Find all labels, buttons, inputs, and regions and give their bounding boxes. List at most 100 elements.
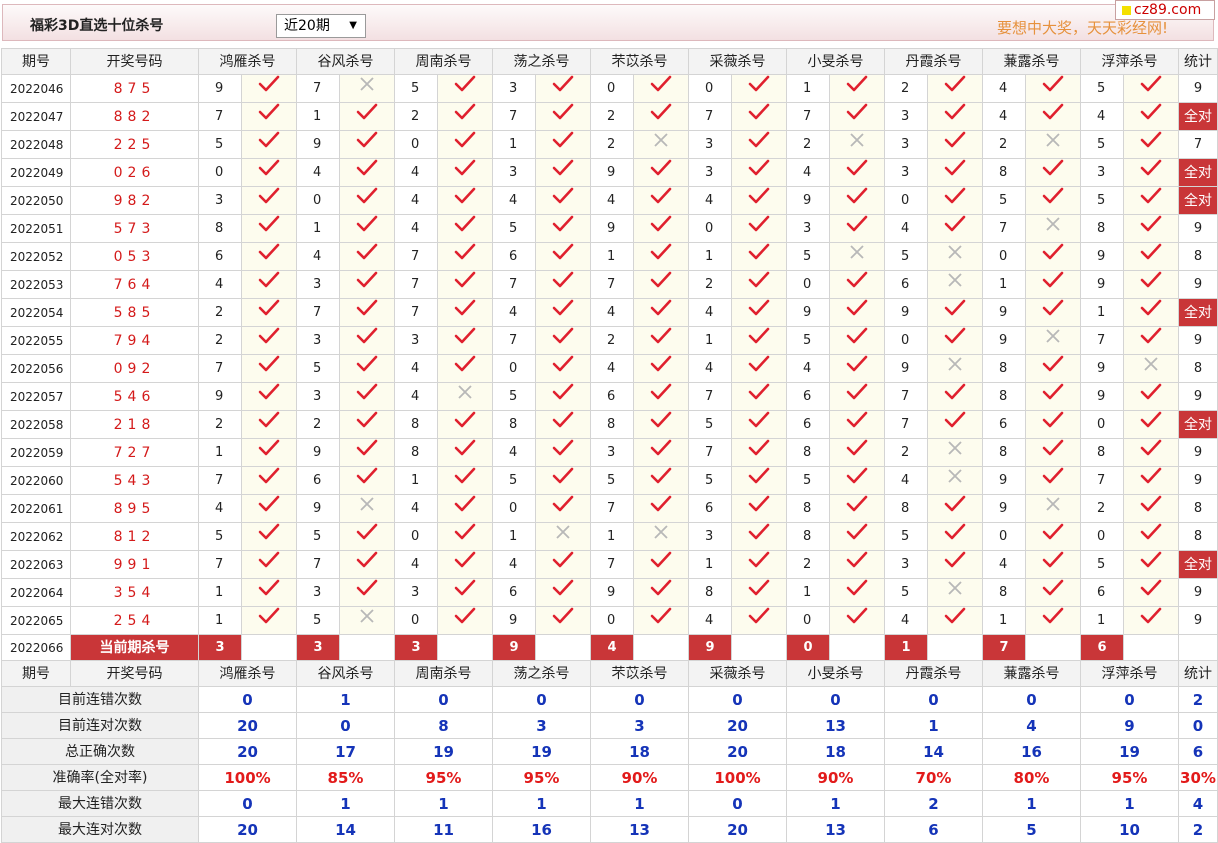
check-icon [829,102,885,131]
kill-number-cell: 5 [786,326,830,355]
check-icon [356,327,378,344]
check-icon [241,74,297,103]
check-icon [258,75,280,92]
check-icon [339,522,395,551]
check-icon [846,523,868,540]
total-cell: 7 [1178,130,1218,159]
check-icon [356,551,378,568]
check-icon [731,298,787,327]
check-icon [731,606,787,635]
check-icon [535,466,591,495]
cross-icon [1123,354,1179,383]
kill-number-cell: 4 [1080,102,1124,131]
check-icon [1042,523,1064,540]
check-icon [731,270,787,299]
check-icon [748,243,770,260]
check-icon [748,215,770,232]
header-expert: 丹霞杀号 [884,660,983,687]
check-icon [829,298,885,327]
check-icon [944,411,966,428]
check-icon [944,131,966,148]
total-cell: 8 [1178,242,1218,271]
kill-number-cell: 0 [492,354,536,383]
slogan-banner[interactable]: 要想中大奖，天天彩经网! [997,17,1168,38]
site-logo[interactable]: cz89.com [1115,0,1215,20]
check-icon [454,607,476,624]
kill-number-cell: 6 [786,382,830,411]
check-icon [241,298,297,327]
check-icon [748,467,770,484]
winning-number-cell: 546 [70,382,199,411]
check-icon [339,550,395,579]
check-icon [1025,298,1081,327]
check-icon [944,159,966,176]
check-icon [535,130,591,159]
check-icon [258,523,280,540]
check-icon [1042,299,1064,316]
check-icon [927,326,983,355]
check-icon [535,158,591,187]
stats-label: 准确率(全对率) [1,764,199,791]
check-icon [748,411,770,428]
check-icon [1123,270,1179,299]
check-icon [1123,326,1179,355]
kill-number-cell: 7 [786,102,830,131]
kill-number-cell: 1 [296,102,340,131]
check-icon [437,74,493,103]
check-icon [241,242,297,271]
kill-number-cell: 7 [688,382,732,411]
kill-number-cell: 9 [786,298,830,327]
check-icon [846,159,868,176]
stats-value: 20 [688,712,787,739]
kill-number-cell: 8 [982,438,1026,467]
check-icon [1140,411,1162,428]
kill-number-cell: 4 [296,242,340,271]
check-icon [650,271,672,288]
check-icon [846,411,868,428]
check-icon [356,187,378,204]
check-icon [846,579,868,596]
kill-number-cell: 4 [884,466,928,495]
kill-number-cell: 7 [884,410,928,439]
total-cell: 8 [1178,494,1218,523]
kill-number-cell: 4 [590,186,634,215]
stats-value: 20 [688,816,787,843]
check-icon [535,354,591,383]
stats-value: 95% [492,764,591,791]
stats-value: 80% [982,764,1081,791]
winning-number-cell: 254 [70,606,199,635]
check-icon [454,299,476,316]
stats-value: 3 [492,712,591,739]
total-cell: 9 [1178,438,1218,467]
cross-icon [633,522,689,551]
stats-total: 6 [1178,738,1218,765]
stats-value: 18 [590,738,689,765]
check-icon [454,551,476,568]
period-select[interactable]: 近20期 ▼ [276,14,366,38]
kill-number-cell: 0 [590,606,634,635]
check-icon [748,551,770,568]
check-icon [829,466,885,495]
kill-number-cell: 0 [982,522,1026,551]
kill-number-cell: 7 [198,354,242,383]
kill-number-cell: 9 [884,354,928,383]
kill-number-cell: 0 [982,242,1026,271]
check-icon [552,131,574,148]
check-icon [241,550,297,579]
dropdown-arrow-icon: ▼ [349,20,357,31]
check-icon [731,102,787,131]
check-icon [552,467,574,484]
check-icon [1025,578,1081,607]
check-icon [1025,270,1081,299]
current-kill-number: 3 [296,634,340,661]
stats-row: 目前连错次数 0 1 0 0 0 0 0 0 0 0 2 [1,686,1218,713]
header-issue: 期号 [1,48,71,75]
check-icon [748,383,770,400]
cross-icon [927,270,983,299]
current-kill-number: 1 [884,634,928,661]
stats-value: 1 [296,790,395,817]
check-icon [650,159,672,176]
kill-number-table: 期号 开奖号码 鸿雁杀号 谷风杀号 周南杀号 荡之杀号 芣苡杀号 采薇杀号 小旻杀号 丹霞杀号 蒹露… [1,48,1218,843]
check-icon [748,355,770,372]
check-icon [748,159,770,176]
